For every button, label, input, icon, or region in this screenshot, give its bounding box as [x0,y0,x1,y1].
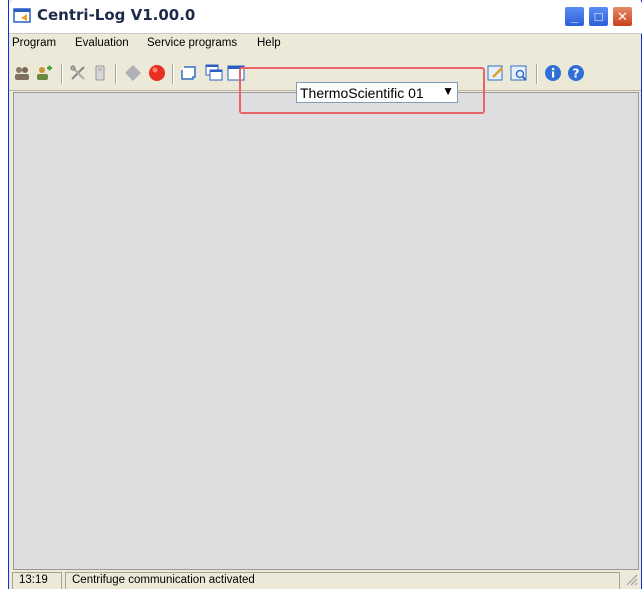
menu-evaluation[interactable]: Evaluation [75,37,129,49]
help-icon[interactable]: ? [567,64,585,82]
menu-program[interactable]: Program [12,37,56,49]
scroll-icon[interactable] [180,64,198,82]
status-time: 13:19 [12,572,62,589]
toolbar-separator [61,64,63,84]
maximize-button[interactable]: □ [588,6,609,27]
diamond-icon[interactable] [124,64,142,82]
minimize-button[interactable]: _ [564,6,585,27]
title-bar[interactable]: Centri-Log V1.00.0 _ □ ✕ [9,0,642,34]
stop-icon[interactable] [148,64,166,82]
menu-help[interactable]: Help [257,37,281,49]
status-message: Centrifuge communication activated [65,572,620,589]
toolbar-separator [172,64,174,84]
svg-text:?: ? [573,67,580,81]
edit-report-icon[interactable] [487,64,505,82]
toolbar-separator [536,64,538,84]
cascade-windows-icon[interactable] [205,64,223,82]
device-icon[interactable] [91,64,109,82]
user-add-icon[interactable] [35,64,53,82]
toolbar-separator [115,64,117,84]
info-icon[interactable] [544,64,562,82]
users-icon[interactable] [13,64,31,82]
close-button[interactable]: ✕ [612,6,633,27]
resize-grip-icon[interactable] [625,573,638,586]
menu-service-programs[interactable]: Service programs [147,37,237,49]
preview-report-icon[interactable] [510,64,528,82]
app-icon [13,8,31,24]
window-title: Centri-Log V1.00.0 [37,6,196,24]
status-bar: 13:19 Centrifuge communication activated [9,570,641,589]
highlight-box [239,67,485,114]
menu-bar: Program Evaluation Service programs Help [9,34,641,54]
main-client-area [13,92,639,570]
tools-icon[interactable] [69,64,87,82]
